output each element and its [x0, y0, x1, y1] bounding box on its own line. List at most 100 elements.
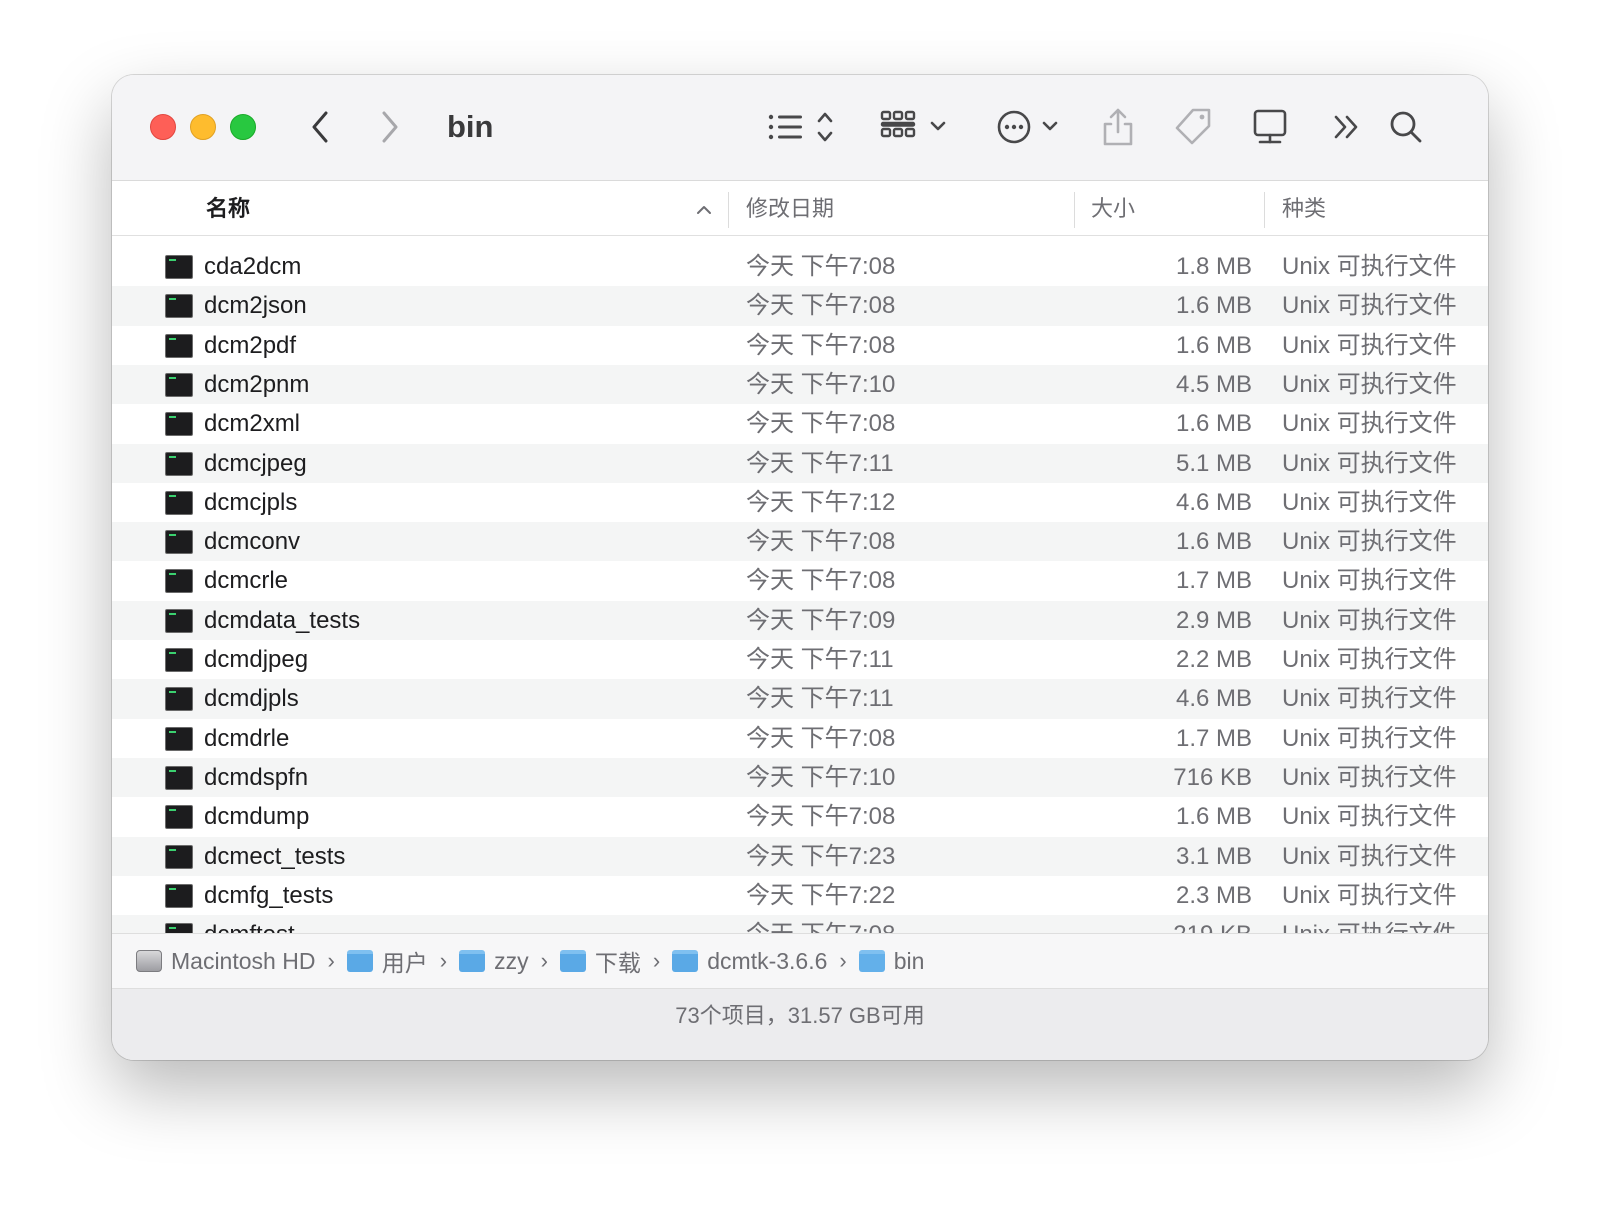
file-list[interactable]: cda2dcm 今天 下午7:08 1.8 MB Unix 可执行文件 dcm2json…: [112, 237, 1488, 933]
file-modified-date: 今天 下午7:08: [746, 567, 896, 595]
file-kind: Unix 可执行文件: [1282, 763, 1457, 791]
path-crumb-label: bin: [893, 947, 925, 974]
file-modified-date: 今天 下午7:11: [746, 449, 894, 477]
column-divider[interactable]: [728, 192, 729, 228]
file-modified-date: 今天 下午7:08: [746, 915, 895, 933]
executable-file-icon: [165, 255, 193, 279]
file-modified-date: 今天 下午7:08: [746, 292, 896, 320]
file-row[interactable]: dcmdrle 今天 下午7:08 1.7 MB Unix 可执行文件: [112, 719, 1488, 758]
executable-file-icon: [165, 687, 193, 712]
file-row[interactable]: dcmdjpeg 今天 下午7:11 2.2 MB Unix 可执行文件: [112, 640, 1488, 679]
column-header-kind[interactable]: 种类: [1282, 182, 1326, 236]
overflow-icon[interactable]: [1330, 105, 1364, 149]
file-kind: Unix 可执行文件: [1282, 488, 1457, 516]
path-crumb-label: 用户: [381, 950, 428, 976]
file-modified-date: 今天 下午7:22: [746, 881, 896, 909]
more-actions-icon[interactable]: [996, 105, 1066, 149]
file-row[interactable]: dcm2xml 今天 下午7:08 1.6 MB Unix 可执行文件: [112, 404, 1488, 443]
file-size: 716 KB: [1173, 763, 1252, 791]
executable-file-icon: [165, 923, 193, 933]
file-kind: Unix 可执行文件: [1282, 528, 1457, 556]
executable-file-icon: [165, 883, 193, 908]
path-crumb[interactable]: dcmtk-3.6.6: [672, 948, 827, 975]
file-size: 1.6 MB: [1175, 410, 1252, 438]
back-icon[interactable]: [302, 105, 338, 149]
executable-file-icon: [165, 372, 193, 397]
file-row[interactable]: dcmdspfn 今天 下午7:10 716 KB Unix 可执行文件: [112, 757, 1488, 798]
path-crumb-label: Macintosh HD: [171, 947, 316, 974]
zoom-window-button[interactable]: [230, 114, 256, 140]
file-size: 4.6 MB: [1175, 488, 1252, 516]
path-crumb[interactable]: 下载: [559, 944, 641, 978]
path-crumb-label: zzy: [494, 947, 529, 974]
file-kind: Unix 可执行文件: [1282, 567, 1457, 595]
chevron-right-icon: ›: [439, 948, 448, 973]
file-name: dcmdjpeg: [204, 646, 309, 673]
file-size: 5.1 MB: [1175, 449, 1252, 477]
executable-file-icon: [165, 294, 193, 319]
file-modified-date: 今天 下午7:08: [746, 803, 896, 831]
chevron-right-icon: ›: [652, 948, 661, 973]
file-row[interactable]: dcmdata_tests 今天 下午7:09 2.9 MB Unix 可执行文件: [112, 600, 1488, 640]
file-size: 1.6 MB: [1175, 331, 1252, 359]
file-row[interactable]: dcmconv 今天 下午7:08 1.6 MB Unix 可执行文件: [112, 522, 1488, 562]
column-header-date[interactable]: 修改日期: [746, 182, 834, 236]
forward-icon[interactable]: [372, 105, 408, 149]
share-icon[interactable]: [1100, 105, 1136, 149]
file-row[interactable]: dcmdump 今天 下午7:08 1.6 MB Unix 可执行文件: [112, 797, 1488, 836]
file-kind: Unix 可执行文件: [1282, 449, 1457, 477]
file-row[interactable]: dcmcjpls 今天 下午7:12 4.6 MB Unix 可执行文件: [112, 483, 1488, 522]
executable-file-icon: [165, 844, 193, 869]
file-kind: Unix 可执行文件: [1282, 724, 1457, 752]
file-size: 1.7 MB: [1175, 724, 1252, 752]
file-kind: Unix 可执行文件: [1282, 646, 1457, 673]
file-row[interactable]: dcmfg_tests 今天 下午7:22 2.3 MB Unix 可执行文件: [112, 876, 1488, 915]
hard-drive-icon: [136, 950, 162, 972]
close-window-button[interactable]: [150, 114, 176, 140]
file-row[interactable]: dcmcjpeg 今天 下午7:11 5.1 MB Unix 可执行文件: [112, 443, 1488, 483]
connect-server-icon[interactable]: [1250, 105, 1290, 149]
column-header-name[interactable]: 名称: [206, 182, 250, 236]
file-kind: Unix 可执行文件: [1282, 685, 1457, 713]
file-name: dcmcrle: [204, 567, 289, 595]
file-row[interactable]: dcmdjpls 今天 下午7:11 4.6 MB Unix 可执行文件: [112, 679, 1488, 719]
path-crumb[interactable]: 用户: [346, 944, 428, 978]
path-bar: Macintosh HD › 用户 › zzy › 下载 › dcmtk-3.6.6 › bin: [112, 933, 1488, 989]
status-bar: 73个项目，31.57 GB可用: [112, 989, 1488, 1060]
home-folder-icon: [459, 950, 486, 972]
executable-file-icon: [165, 726, 193, 751]
file-row[interactable]: dcm2pdf 今天 下午7:08 1.6 MB Unix 可执行文件: [112, 326, 1488, 365]
path-crumb[interactable]: zzy: [459, 948, 529, 975]
file-name: dcmdump: [204, 803, 310, 831]
search-icon[interactable]: [1388, 105, 1424, 149]
file-modified-date: 今天 下午7:08: [746, 331, 896, 359]
file-name: dcm2json: [204, 292, 307, 320]
file-kind: Unix 可执行文件: [1282, 253, 1457, 280]
group-icon[interactable]: [880, 105, 952, 149]
file-row[interactable]: dcmcrle 今天 下午7:08 1.7 MB Unix 可执行文件: [112, 561, 1488, 600]
file-name: dcmdspfn: [204, 763, 309, 791]
tag-icon[interactable]: [1172, 105, 1214, 149]
file-row[interactable]: dcm2json 今天 下午7:08 1.6 MB Unix 可执行文件: [112, 286, 1488, 326]
file-name: dcmftest: [204, 915, 295, 933]
file-row[interactable]: dcmftest 今天 下午7:08 219 KB Unix 可执行文件: [112, 915, 1488, 933]
file-row[interactable]: cda2dcm 今天 下午7:08 1.8 MB Unix 可执行文件: [112, 247, 1488, 286]
toolbar: bin: [112, 75, 1488, 181]
file-row[interactable]: dcm2pnm 今天 下午7:10 4.5 MB Unix 可执行文件: [112, 364, 1488, 405]
column-divider[interactable]: [1074, 192, 1075, 228]
column-divider[interactable]: [1264, 192, 1265, 228]
file-size: 1.7 MB: [1175, 567, 1252, 595]
file-modified-date: 今天 下午7:11: [746, 685, 894, 713]
file-name: dcmdrle: [204, 724, 290, 752]
path-crumb[interactable]: Macintosh HD: [136, 948, 315, 975]
path-crumb[interactable]: bin: [858, 947, 925, 975]
file-name: dcmdjpls: [204, 685, 299, 713]
list-view-icon[interactable]: [767, 105, 867, 149]
column-header-size[interactable]: 大小: [1091, 182, 1135, 236]
file-row[interactable]: dcmect_tests 今天 下午7:23 3.1 MB Unix 可执行文件: [112, 836, 1488, 876]
file-kind: Unix 可执行文件: [1282, 606, 1457, 634]
sort-ascending-icon[interactable]: [696, 182, 712, 236]
executable-file-icon: [165, 333, 193, 358]
file-modified-date: 今天 下午7:08: [746, 253, 896, 280]
minimize-window-button[interactable]: [190, 114, 216, 140]
